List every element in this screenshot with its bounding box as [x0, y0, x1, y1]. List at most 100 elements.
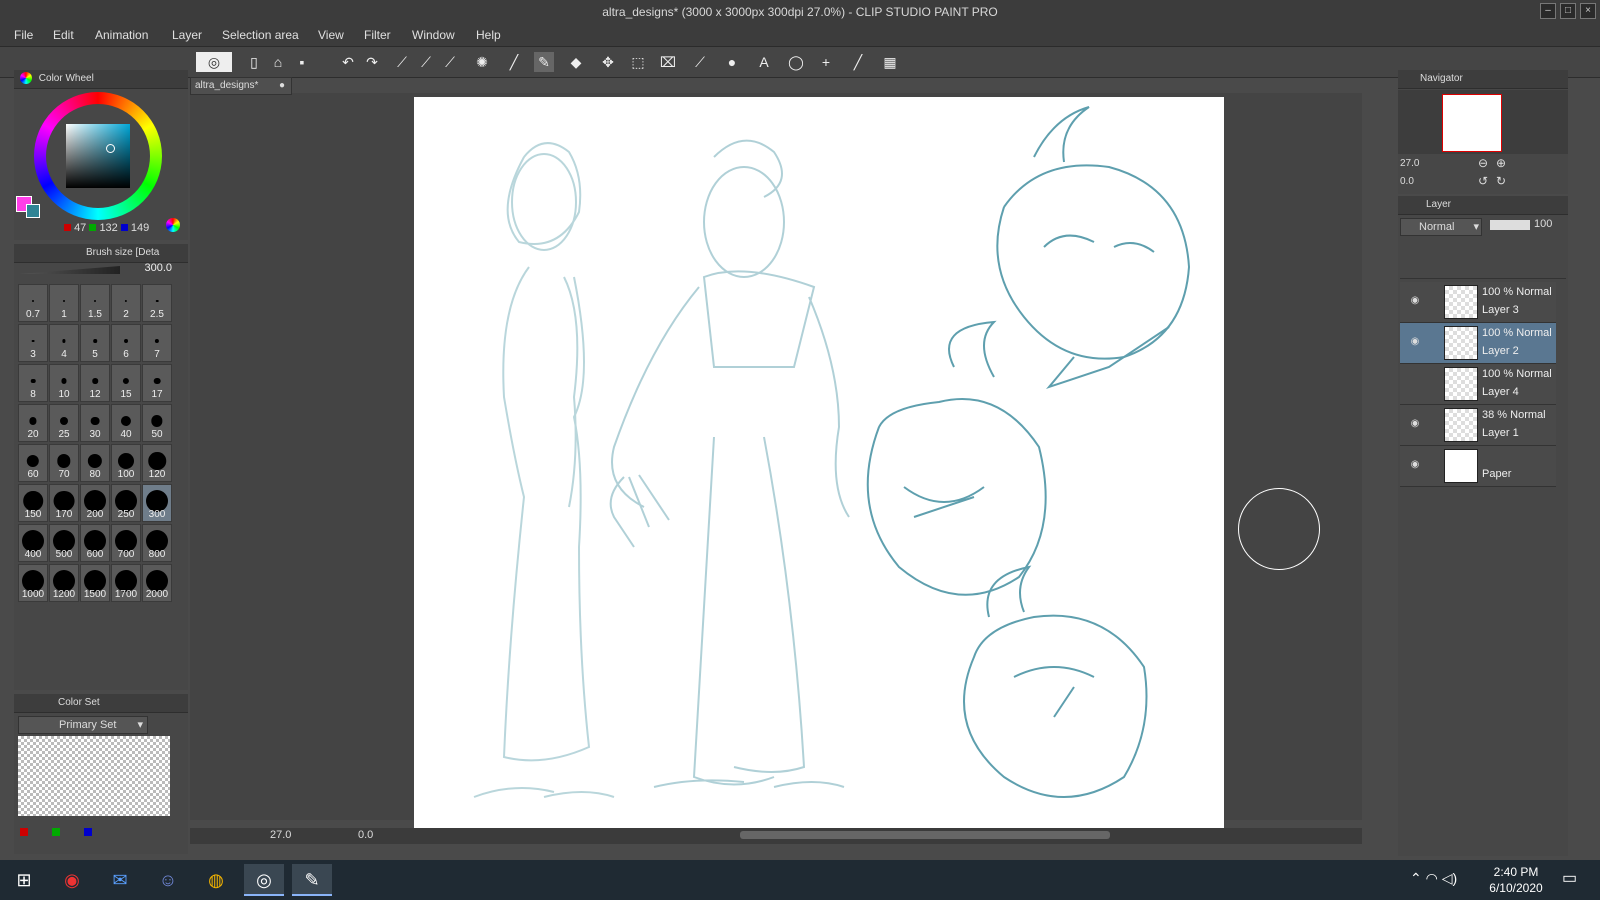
new-file-icon[interactable]: ▯ — [244, 52, 264, 72]
app-icon[interactable]: ◉ — [52, 864, 92, 896]
brush-size-preset[interactable]: 100 — [111, 444, 141, 482]
brush-size-preset[interactable]: 1700 — [111, 564, 141, 602]
open-folder-icon[interactable]: ⌂ — [268, 52, 288, 72]
layer-tab[interactable]: Layer — [1426, 199, 1451, 210]
brush-size-preset[interactable]: 4 — [49, 324, 79, 362]
color-swatch-green[interactable] — [52, 828, 60, 836]
horizontal-scrollbar[interactable] — [740, 831, 1110, 839]
brush-size-preset[interactable]: 120 — [142, 444, 172, 482]
saturation-value-square[interactable] — [66, 124, 130, 188]
maximize-button[interactable]: □ — [1560, 3, 1576, 19]
color-swatch-grid[interactable] — [18, 736, 170, 816]
brush-size-preset[interactable]: 25 — [49, 404, 79, 442]
blend-icon[interactable]: ● — [722, 52, 742, 72]
brush-size-preset[interactable]: 1500 — [80, 564, 110, 602]
brush-size-preset[interactable]: 500 — [49, 524, 79, 562]
main-color-swatch[interactable] — [26, 204, 40, 218]
navigator-rotation[interactable]: 0.0 — [1400, 176, 1462, 190]
save-icon[interactable]: ▪ — [292, 52, 312, 72]
brush-size-preset[interactable]: 150 — [18, 484, 48, 522]
brush-size-preset[interactable]: 700 — [111, 524, 141, 562]
brush-size-value[interactable]: 300.0 — [132, 262, 172, 278]
pen-tool-icon[interactable]: ✎ — [534, 52, 554, 72]
brush-size-preset[interactable]: 8 — [18, 364, 48, 402]
color-swatch-red[interactable] — [20, 828, 28, 836]
brush-size-preset[interactable]: 70 — [49, 444, 79, 482]
close-button[interactable]: × — [1580, 3, 1596, 19]
brush-size-preset[interactable]: 50 — [142, 404, 172, 442]
zoom-out-icon[interactable]: ⊖ — [1478, 156, 1488, 170]
brush-size-preset[interactable]: 15 — [111, 364, 141, 402]
brush-size-preset[interactable]: 800 — [142, 524, 172, 562]
brush-size-preset[interactable]: 20 — [18, 404, 48, 442]
brush-size-preset[interactable]: 170 — [49, 484, 79, 522]
eye-icon[interactable]: ◉ — [1408, 459, 1422, 471]
brush-size-tab[interactable]: Brush size [Deta — [86, 247, 159, 258]
selection-icon[interactable]: ⬚ — [628, 52, 648, 72]
layer-row[interactable]: ◉ 100 % Normal Layer 2 — [1400, 323, 1556, 364]
blend-mode-dropdown[interactable]: Normal ▾ — [1400, 218, 1482, 236]
color-swatch-blue[interactable] — [84, 828, 92, 836]
color-mode-icon[interactable] — [166, 218, 180, 232]
layer-row[interactable]: ◉ Paper — [1400, 446, 1556, 487]
clock[interactable]: 2:40 PM 6/10/2020 — [1480, 864, 1552, 896]
brush-size-preset[interactable]: 7 — [142, 324, 172, 362]
eye-icon[interactable]: ◉ — [1408, 295, 1422, 307]
clip-studio-icon[interactable]: ◎ — [196, 52, 232, 72]
color-set-dropdown[interactable]: Primary Set ▾ — [18, 716, 148, 734]
start-icon[interactable]: ⊞ — [4, 864, 44, 896]
brush-size-slider[interactable] — [20, 266, 120, 274]
brush-size-preset[interactable]: 600 — [80, 524, 110, 562]
menu-view[interactable]: View — [318, 28, 344, 42]
opacity-slider[interactable] — [1490, 220, 1530, 230]
brush-size-preset[interactable]: 2 — [111, 284, 141, 322]
clip-studio-icon[interactable]: ◎ — [244, 864, 284, 896]
menu-filter[interactable]: Filter — [364, 28, 391, 42]
menu-window[interactable]: Window — [412, 28, 455, 42]
minimize-button[interactable]: – — [1540, 3, 1556, 19]
brush-size-preset[interactable]: 3 — [18, 324, 48, 362]
brush-size-preset[interactable]: 6 — [111, 324, 141, 362]
grid-snap-icon[interactable]: ⟋ — [440, 52, 460, 72]
system-tray-icons[interactable]: ⌃ ◠ ◁) — [1410, 870, 1457, 887]
brush-size-preset[interactable]: 1000 — [18, 564, 48, 602]
canvas-paper[interactable] — [414, 97, 1224, 830]
navigator-preview[interactable] — [1398, 90, 1568, 154]
menu-edit[interactable]: Edit — [53, 28, 74, 42]
layer-row[interactable]: ◉ 38 % Normal Layer 1 — [1400, 405, 1556, 446]
brush-size-preset[interactable]: 0.7 — [18, 284, 48, 322]
ruler-snap-icon[interactable]: ⟋ — [416, 52, 436, 72]
navigator-tab[interactable]: Navigator — [1420, 73, 1463, 84]
settings-icon[interactable]: ✺ — [472, 52, 492, 72]
brush-size-preset[interactable]: 2000 — [142, 564, 172, 602]
text-icon[interactable]: A — [754, 52, 774, 72]
eye-icon[interactable]: ◉ — [1408, 418, 1422, 430]
color-set-tab[interactable]: Color Set — [58, 697, 100, 708]
brush-size-preset[interactable]: 400 — [18, 524, 48, 562]
notification-icon[interactable]: ▭ — [1562, 868, 1577, 888]
navigator-viewport[interactable] — [1442, 94, 1502, 152]
brush-size-preset[interactable]: 1 — [49, 284, 79, 322]
move-icon[interactable]: ✥ — [598, 52, 618, 72]
layer-row[interactable]: 100 % Normal Layer 4 — [1400, 364, 1556, 405]
eyedropper-icon[interactable]: ╱ — [504, 52, 524, 72]
fill-icon[interactable]: ⌧ — [658, 52, 678, 72]
brush-size-preset[interactable]: 12 — [80, 364, 110, 402]
eye-icon[interactable]: ◉ — [1408, 336, 1422, 348]
brush-size-preset[interactable]: 1200 — [49, 564, 79, 602]
undo-icon[interactable]: ↶ — [338, 52, 358, 72]
canvas-rotation[interactable]: 0.0 — [358, 829, 373, 841]
menu-selection-area[interactable]: Selection area — [222, 28, 299, 42]
brush-size-preset[interactable]: 250 — [111, 484, 141, 522]
brush-icon[interactable]: ⟋ — [690, 52, 710, 72]
color-wheel-tab[interactable]: Color Wheel — [39, 73, 94, 84]
color-picker-handle[interactable] — [106, 144, 115, 153]
mail-icon[interactable]: ✉ — [100, 864, 140, 896]
document-tab[interactable]: altra_designs* ● — [190, 77, 292, 95]
discord-icon[interactable]: ☺ — [148, 864, 188, 896]
brush-size-preset[interactable]: 200 — [80, 484, 110, 522]
chrome-icon[interactable]: ◍ — [196, 864, 236, 896]
clip-studio-paint-icon[interactable]: ✎ — [292, 864, 332, 896]
brush-size-preset[interactable]: 1.5 — [80, 284, 110, 322]
balloon-icon[interactable]: ◯ — [786, 52, 806, 72]
